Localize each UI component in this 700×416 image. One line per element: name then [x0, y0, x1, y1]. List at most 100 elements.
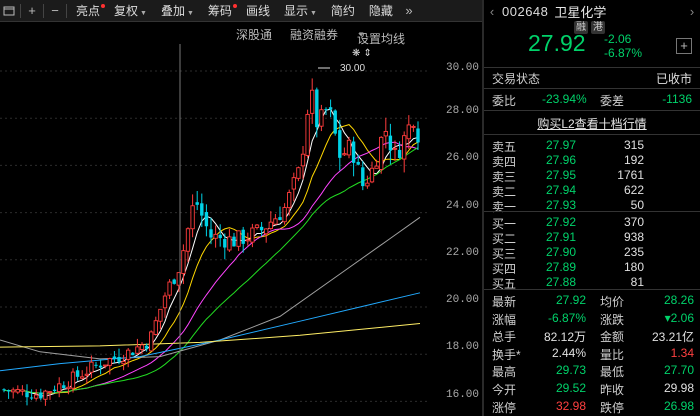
candle-body: [342, 153, 347, 156]
candle-body: [282, 207, 287, 223]
stat-value: 82.12万: [543, 330, 586, 345]
candle-body: [232, 236, 236, 247]
candle-body: [34, 394, 39, 399]
candle-body: [291, 177, 296, 190]
chart-overlay: ❋ ⇕ 30.00: [179, 44, 372, 416]
buy-volume: 81: [630, 275, 644, 289]
adjust-button[interactable]: 复权 ▼: [107, 0, 154, 22]
weibi-value: -23.94%: [542, 92, 587, 106]
candle-body: [162, 295, 168, 309]
stat-value: 23.21亿: [651, 330, 694, 345]
stat-label: 最新: [492, 295, 517, 309]
stat-row: 今开 29.52 昨收 29.98: [484, 379, 700, 398]
candle-body: [39, 392, 43, 399]
candle-body: [103, 364, 108, 367]
candle-body: [245, 239, 250, 242]
candle-body: [328, 107, 333, 110]
double-chevron-right-icon[interactable]: »: [400, 0, 418, 22]
ma30-line: [3, 147, 419, 394]
toolbar-divider: [20, 3, 21, 18]
candle-body: [135, 346, 140, 354]
buy-volume: 370: [623, 215, 644, 229]
overlay-button[interactable]: 叠加 ▼: [154, 0, 201, 22]
connect-tag: 港: [591, 21, 605, 34]
sell-volume: 315: [623, 138, 644, 152]
stat-label: 均价: [600, 295, 625, 309]
simple-button[interactable]: 简约: [324, 0, 362, 22]
stat-row: 涨幅 -6.87% 涨跌 ▾2.06: [484, 309, 700, 328]
add-icon[interactable]: +: [23, 0, 41, 22]
stat-value: 29.52: [555, 381, 586, 395]
stat-value: 2.44%: [551, 345, 586, 360]
candle-body: [268, 221, 273, 229]
adjust-label: 复权: [114, 3, 139, 18]
price-change-pct: -6.87%: [604, 46, 643, 60]
candle-body: [273, 218, 278, 225]
stat-value: 27.70: [663, 363, 694, 378]
remove-icon[interactable]: −: [46, 0, 64, 22]
buy-price: 27.88: [546, 275, 577, 289]
chevron-left-icon[interactable]: ‹: [484, 4, 500, 19]
candle-body: [20, 389, 25, 392]
margin-trading-link[interactable]: 融资融券: [290, 26, 338, 43]
l2-purchase-link[interactable]: 购买L2查看十档行情: [484, 115, 700, 132]
notification-dot: [232, 3, 237, 8]
candle-body: [185, 228, 191, 252]
candle-body: [2, 389, 6, 391]
candle-body: [52, 389, 57, 392]
candle-body: [351, 141, 356, 163]
window-icon[interactable]: [0, 0, 18, 22]
buy-price: 27.92: [546, 215, 577, 229]
sell-volume: 50: [630, 198, 644, 212]
candle-body: [190, 205, 195, 230]
candle-body: [300, 153, 306, 167]
y-tick-label: 18.00: [446, 341, 480, 353]
candlestick-chart[interactable]: ❋ ⇕ 30.00: [0, 44, 430, 416]
candle-body: [397, 149, 402, 158]
y-tick-label: 30.00: [446, 62, 480, 74]
caret-down-icon: ▼: [140, 9, 147, 17]
candle-body: [131, 352, 135, 356]
y-tick-label: 24.00: [446, 200, 480, 212]
highlights-button[interactable]: 亮点: [69, 0, 107, 22]
candle-body: [167, 281, 172, 296]
stat-value: 29.98: [663, 381, 694, 395]
stat-value: 32.98: [555, 398, 586, 413]
chevron-right-icon[interactable]: ›: [684, 4, 700, 19]
display-button[interactable]: 显示 ▼: [277, 0, 324, 22]
candle-body: [388, 135, 393, 151]
candle-body: [94, 364, 98, 366]
ma60-line: [0, 216, 421, 360]
candle-body: [287, 192, 292, 209]
stat-row: 最新 27.92 均价 28.26: [484, 291, 700, 310]
divider: [484, 110, 700, 111]
candle-body: [70, 371, 76, 389]
candle-body: [250, 227, 255, 243]
candle-body: [66, 386, 71, 390]
add-watchlist-button[interactable]: +: [676, 38, 692, 54]
sell-volume: 622: [623, 183, 644, 197]
candles: [2, 78, 420, 406]
stat-value: 1.34: [670, 345, 694, 360]
shenzhen-connect-link[interactable]: 深股通: [236, 26, 272, 43]
chart-toolbar: + − 亮点 复权 ▼ 叠加 ▼ 筹码 画线 显示 ▼ 简约 隐藏 »: [0, 0, 482, 22]
buy-volume: 180: [623, 260, 644, 274]
chips-button[interactable]: 筹码: [201, 0, 239, 22]
status-row: 交易状态 已收市: [484, 68, 700, 87]
quote-panel: ‹ 002648 卫星化学 › 融 港 27.92 -2.06 -6.87% +…: [484, 0, 700, 416]
candle-body: [278, 217, 282, 221]
candle-body: [296, 167, 301, 179]
candle-body: [241, 229, 245, 244]
candle-body: [57, 383, 62, 392]
stock-name: 卫星化学: [554, 4, 607, 20]
candle-body: [310, 89, 315, 114]
draw-line-button[interactable]: 画线: [239, 0, 277, 22]
candle-body: [107, 358, 112, 366]
ma-settings-link[interactable]: 设置均线 ▾: [357, 26, 405, 46]
hide-button[interactable]: 隐藏: [362, 0, 400, 22]
candle-body: [15, 389, 20, 393]
highlights-label: 亮点: [76, 3, 101, 18]
candle-body: [158, 308, 163, 322]
candle-body: [98, 365, 103, 368]
ma5-line: [3, 108, 419, 397]
